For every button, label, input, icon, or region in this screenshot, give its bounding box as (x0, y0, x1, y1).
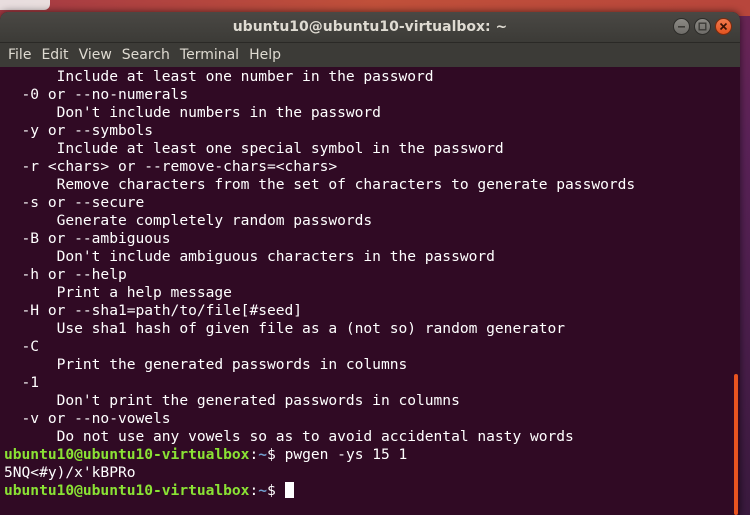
output-line: Don't include ambiguous characters in th… (4, 248, 495, 265)
minimize-button[interactable] (673, 18, 690, 35)
output-line: -h or --help (4, 266, 127, 283)
output-line: -H or --sha1=path/to/file[#seed] (4, 302, 303, 319)
minimize-icon (678, 26, 685, 28)
maximize-button[interactable] (694, 18, 711, 35)
title-bar[interactable]: ubuntu10@ubuntu10-virtualbox: ~ (0, 12, 740, 43)
output-line: Don't print the generated passwords in c… (4, 392, 460, 409)
prompt-path: ~ (258, 446, 268, 463)
window-title: ubuntu10@ubuntu10-virtualbox: ~ (232, 19, 508, 35)
output-line: -C (4, 338, 40, 355)
command-line: ubuntu10@ubuntu10-virtualbox:~$ pwgen -y… (4, 446, 635, 464)
prompt-symbol: $ (267, 482, 285, 499)
output-line: Include at least one special symbol in t… (4, 140, 504, 157)
prompt-symbol: $ (267, 446, 285, 463)
prompt-separator: : (249, 446, 259, 463)
terminal-area[interactable]: Include at least one number in the passw… (0, 67, 740, 515)
output-line: Do not use any vowels so as to avoid acc… (4, 428, 574, 445)
window-controls (673, 18, 732, 35)
menu-search[interactable]: Search (117, 43, 175, 67)
terminal-output: Include at least one number in the passw… (4, 68, 635, 500)
output-line: -v or --no-vowels (4, 410, 171, 427)
menu-edit[interactable]: Edit (36, 43, 73, 67)
desktop-panel-corner (0, 0, 50, 10)
menu-terminal[interactable]: Terminal (175, 43, 244, 67)
output-line: Include at least one number in the passw… (4, 68, 434, 85)
output-line: -0 or --no-numerals (4, 86, 189, 103)
output-line: Don't include numbers in the password (4, 104, 381, 121)
output-line: Remove characters from the set of charac… (4, 176, 636, 193)
active-prompt-line[interactable]: ubuntu10@ubuntu10-virtualbox:~$ (4, 482, 635, 500)
text-cursor (284, 482, 294, 498)
prompt-user-host: ubuntu10@ubuntu10-virtualbox (4, 482, 250, 499)
menu-bar: File Edit View Search Terminal Help (0, 43, 740, 67)
output-line: -y or --symbols (4, 122, 154, 139)
menu-file[interactable]: File (3, 43, 36, 67)
output-line: Print a help message (4, 284, 232, 301)
prompt-path: ~ (258, 482, 268, 499)
terminal-scrollbar[interactable] (733, 67, 740, 515)
maximize-icon (698, 22, 707, 31)
output-line: -s or --secure (4, 194, 145, 211)
prompt-user-host: ubuntu10@ubuntu10-virtualbox (4, 446, 250, 463)
close-button[interactable] (715, 18, 732, 35)
command-result: 5NQ<#y)/x'kBPRo (4, 464, 136, 481)
output-line: Generate completely random passwords (4, 212, 373, 229)
menu-help[interactable]: Help (244, 43, 286, 67)
prompt-separator: : (249, 482, 259, 499)
close-icon (719, 22, 728, 31)
entered-command: pwgen -ys 15 1 (284, 446, 408, 463)
output-line: -r <chars> or --remove-chars=<chars> (4, 158, 338, 175)
output-line: -B or --ambiguous (4, 230, 171, 247)
output-line: -1 (4, 374, 40, 391)
output-line: Print the generated passwords in columns (4, 356, 408, 373)
scrollbar-thumb[interactable] (734, 374, 738, 515)
menu-view[interactable]: View (74, 43, 117, 67)
terminal-window: ubuntu10@ubuntu10-virtualbox: ~ File Edi… (0, 12, 740, 515)
output-line: Use sha1 hash of given file as a (not so… (4, 320, 566, 337)
